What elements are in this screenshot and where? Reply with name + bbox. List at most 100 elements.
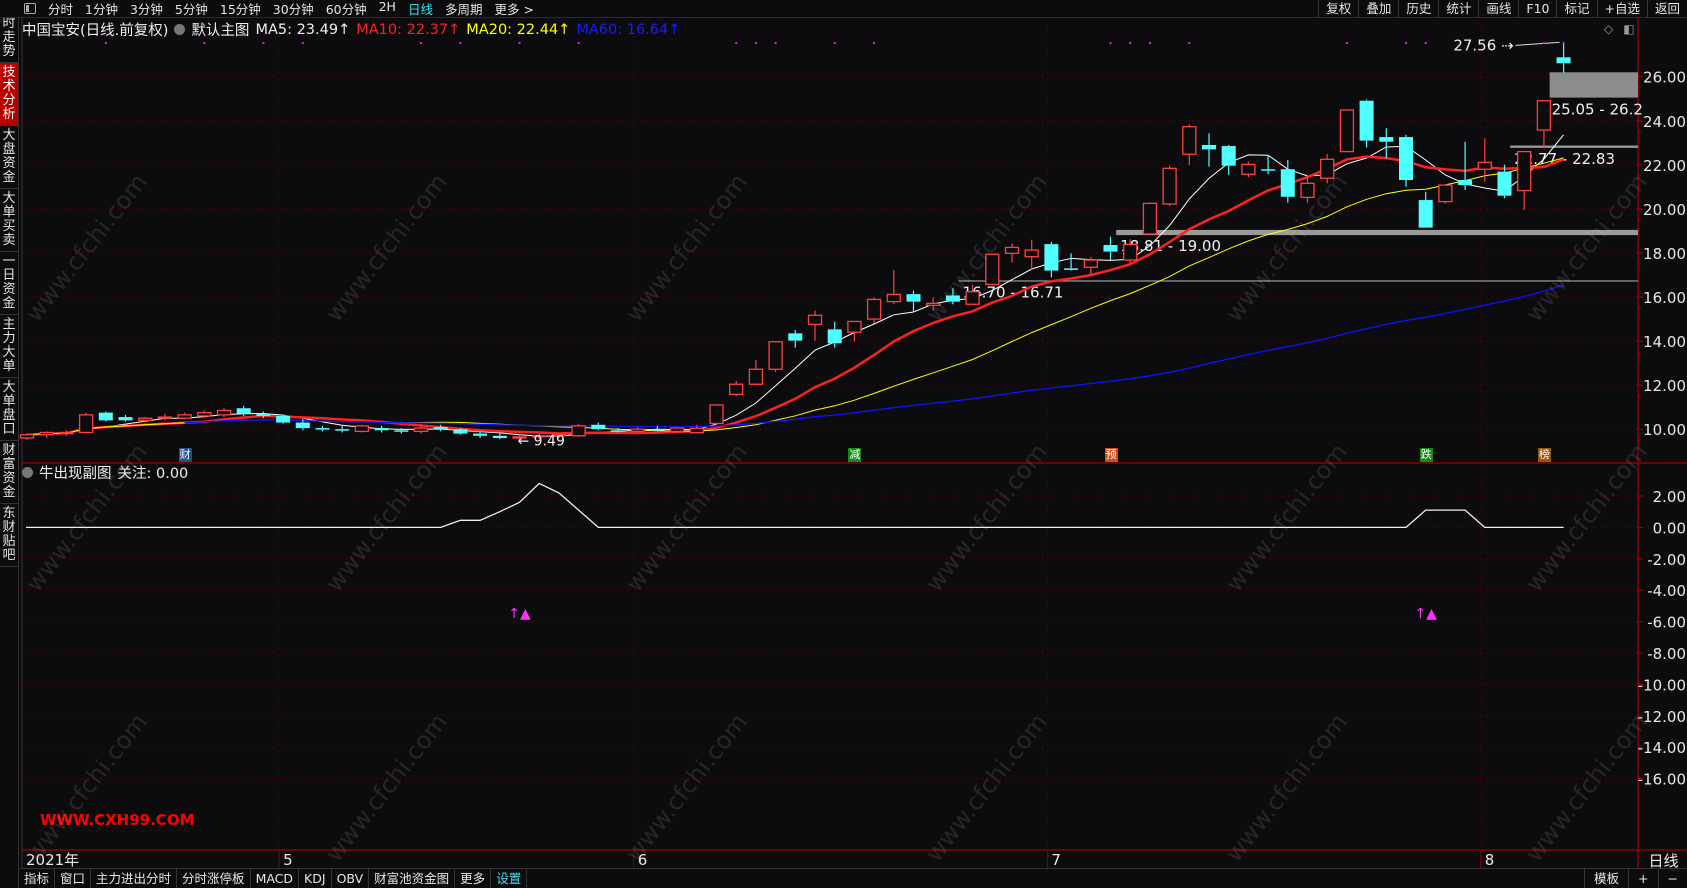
price-tick-label: 24.00 bbox=[1643, 113, 1686, 131]
candle bbox=[1458, 141, 1473, 190]
toolbar-button-7[interactable]: +自选 bbox=[1596, 0, 1647, 18]
candle-body-down bbox=[276, 415, 291, 423]
candle bbox=[1044, 241, 1059, 278]
candle bbox=[886, 269, 901, 305]
bottom-right-button-0[interactable]: 模板 bbox=[1584, 869, 1628, 888]
candle-body-down bbox=[945, 295, 960, 302]
candle-body-up bbox=[1517, 150, 1532, 192]
indicator-tab-3[interactable]: 分时涨停板 bbox=[177, 869, 251, 888]
toolbar-button-4[interactable]: 画线 bbox=[1478, 0, 1518, 18]
candle-body-down bbox=[611, 430, 625, 432]
period-tab-5[interactable]: 30分钟 bbox=[267, 0, 320, 18]
period-tab-0[interactable]: 分时 bbox=[42, 0, 79, 18]
bottom-right-button-1[interactable]: + bbox=[1628, 869, 1657, 888]
candle-body-up bbox=[1083, 259, 1098, 268]
high-arrow bbox=[1515, 41, 1560, 46]
month-label: 8 bbox=[1485, 851, 1495, 869]
event-marker[interactable]: 榜 bbox=[1537, 448, 1551, 462]
toolbar-button-6[interactable]: 标记 bbox=[1556, 0, 1596, 18]
price-zone-line bbox=[1116, 229, 1638, 236]
indicator-tab-0[interactable]: 指标 bbox=[19, 869, 56, 888]
event-marker[interactable]: 预 bbox=[1104, 448, 1118, 462]
kline-chart[interactable]: 26.00 24.00 22.00 20.00 18.00 16.00 14.00 12.00… bbox=[0, 0, 1687, 888]
candle-body-down bbox=[1044, 244, 1059, 271]
candle bbox=[1142, 202, 1158, 236]
event-marker[interactable]: 跌 bbox=[1419, 448, 1433, 462]
candle bbox=[1182, 124, 1197, 166]
sidebar-item-1[interactable]: 技术分析 bbox=[0, 63, 18, 126]
candle bbox=[1261, 154, 1276, 175]
high-price-label: 27.56 ⇢ bbox=[1453, 36, 1513, 54]
sidebar-item-5[interactable]: 主力大单 bbox=[0, 315, 18, 378]
event-dot bbox=[301, 42, 304, 44]
month-label: 7 bbox=[1051, 851, 1061, 869]
period-tab-4[interactable]: 15分钟 bbox=[214, 0, 267, 18]
price-tick-label: 18.00 bbox=[1643, 245, 1686, 263]
candle bbox=[1221, 144, 1236, 175]
sidebar-item-2[interactable]: 大盘资金 bbox=[0, 126, 18, 189]
candle-body-up bbox=[138, 417, 153, 422]
period-tab-7[interactable]: 2H bbox=[373, 0, 402, 18]
price-tick-label: 22.00 bbox=[1643, 157, 1686, 175]
toolbar-button-2[interactable]: 历史 bbox=[1398, 0, 1438, 18]
candle-body-down bbox=[433, 426, 448, 430]
event-dot bbox=[420, 42, 422, 44]
diamond-icon[interactable]: ◇ bbox=[1604, 22, 1613, 36]
panel-icon[interactable]: ◧ bbox=[1623, 22, 1634, 36]
candle bbox=[1438, 184, 1453, 204]
period-tab-6[interactable]: 60分钟 bbox=[320, 0, 373, 18]
candle bbox=[1536, 100, 1552, 149]
candle bbox=[866, 297, 882, 324]
candle bbox=[788, 330, 803, 348]
indicator-tab-8[interactable]: 更多 bbox=[455, 869, 492, 888]
event-dot bbox=[1109, 42, 1112, 44]
toolbar-button-0[interactable]: 复权 bbox=[1318, 0, 1358, 18]
indicator-tab-5[interactable]: KDJ bbox=[299, 869, 332, 888]
event-dot bbox=[203, 42, 206, 44]
candle-body-down bbox=[1221, 146, 1236, 166]
period-tab-2[interactable]: 3分钟 bbox=[124, 0, 169, 18]
buy-signal-icon: ↑▲ bbox=[1414, 606, 1437, 622]
event-marker[interactable]: 财 bbox=[178, 448, 192, 462]
event-dot bbox=[1345, 42, 1348, 44]
candle bbox=[945, 288, 960, 305]
event-marker[interactable]: 减 bbox=[848, 448, 862, 462]
toolbar-button-1[interactable]: 叠加 bbox=[1358, 0, 1398, 18]
candle bbox=[1162, 165, 1177, 207]
sidebar-item-7[interactable]: 财富资金 bbox=[0, 441, 18, 504]
price-zone-box bbox=[1549, 72, 1638, 98]
event-dot bbox=[873, 42, 876, 44]
period-tab-10[interactable]: 更多 > bbox=[488, 0, 539, 18]
template-toggle-icon[interactable] bbox=[174, 24, 186, 35]
period-tab-9[interactable]: 多周期 bbox=[439, 0, 489, 18]
indicator-toggle-icon[interactable] bbox=[22, 467, 33, 478]
candle-body-up bbox=[39, 431, 54, 436]
candle bbox=[669, 426, 685, 433]
indicator-name[interactable]: 牛出现副图 bbox=[39, 462, 112, 483]
candle-body-down bbox=[1280, 169, 1295, 197]
template-name[interactable]: 默认主图 bbox=[191, 19, 249, 40]
toolbar-button-8[interactable]: 返回 bbox=[1646, 0, 1687, 18]
candle bbox=[1280, 159, 1295, 203]
indicator-tab-4[interactable]: MACD bbox=[251, 869, 300, 888]
period-tab-3[interactable]: 5分钟 bbox=[169, 0, 214, 18]
indicator-tab-7[interactable]: 财富池资金图 bbox=[369, 869, 456, 888]
bottom-right-button-2[interactable]: − bbox=[1657, 869, 1687, 888]
indicator-tab-1[interactable]: 窗口 bbox=[55, 869, 92, 888]
sidebar-item-6[interactable]: 大单盘口 bbox=[0, 378, 18, 441]
panel-toggle-icon[interactable] bbox=[24, 3, 36, 14]
sidebar-item-4[interactable]: 一日资金 bbox=[0, 252, 18, 315]
indicator-tab-2[interactable]: 主力进出分时 bbox=[91, 869, 178, 888]
toolbar-button-3[interactable]: 统计 bbox=[1438, 0, 1478, 18]
indicator-tab-6[interactable]: OBV bbox=[332, 869, 370, 888]
period-label: 日线 bbox=[1648, 852, 1679, 870]
candle-body-down bbox=[374, 428, 389, 431]
period-tab-8[interactable]: 日线 bbox=[402, 0, 439, 18]
candle-body-down bbox=[1261, 169, 1276, 171]
sidebar-item-8[interactable]: 东财贴吧 bbox=[0, 504, 18, 567]
indicator-tab-9[interactable]: 设置 bbox=[491, 869, 528, 888]
candle-body-down bbox=[827, 329, 842, 344]
period-tab-1[interactable]: 1分钟 bbox=[79, 0, 124, 18]
toolbar-button-5[interactable]: F10 bbox=[1518, 0, 1556, 18]
sidebar-item-3[interactable]: 大单买卖 bbox=[0, 189, 18, 252]
